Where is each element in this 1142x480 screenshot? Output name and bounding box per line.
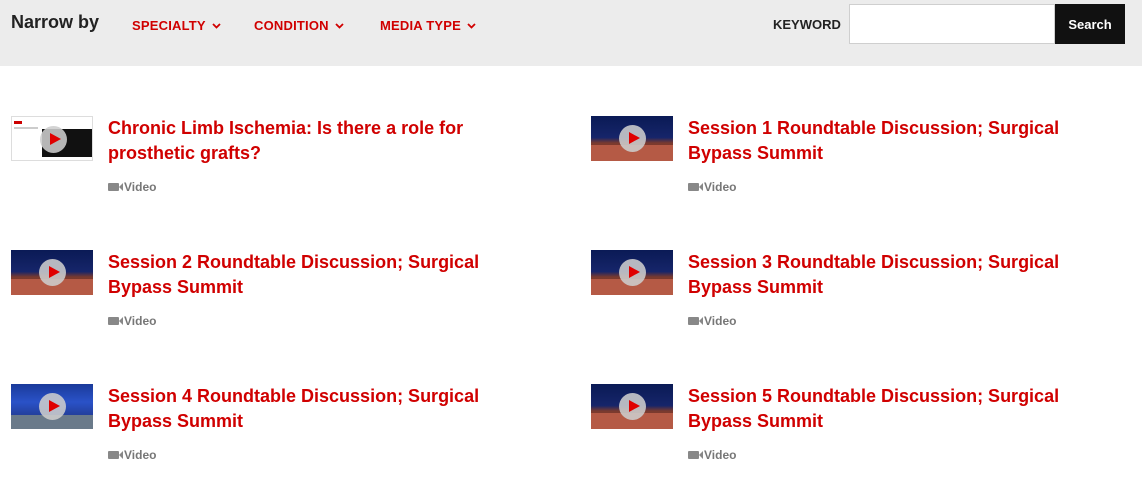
video-camera-icon xyxy=(108,317,123,325)
media-type-tag: Video xyxy=(108,180,156,194)
item-title[interactable]: Session 1 Roundtable Discussion; Surgica… xyxy=(688,116,1098,166)
media-type-text: Video xyxy=(704,448,737,462)
play-icon xyxy=(619,393,646,420)
media-type-text: Video xyxy=(704,314,737,328)
item-title[interactable]: Session 2 Roundtable Discussion; Surgica… xyxy=(108,250,518,300)
media-type-label: MEDIA TYPE xyxy=(380,18,461,33)
video-thumbnail[interactable] xyxy=(591,250,673,295)
play-icon xyxy=(39,259,66,286)
media-type-text: Video xyxy=(124,314,157,328)
keyword-label: KEYWORD xyxy=(773,17,841,32)
media-type-tag: Video xyxy=(688,180,736,194)
specialty-label: SPECIALTY xyxy=(132,18,206,33)
media-type-dropdown[interactable]: MEDIA TYPE xyxy=(380,17,476,33)
item-title[interactable]: Chronic Limb Ischemia: Is there a role f… xyxy=(108,116,518,166)
media-type-tag: Video xyxy=(108,314,156,328)
narrow-by-label: Narrow by xyxy=(11,12,100,32)
media-type-text: Video xyxy=(124,448,157,462)
media-type-tag: Video xyxy=(108,448,156,462)
condition-dropdown[interactable]: CONDITION xyxy=(254,17,344,33)
condition-label: CONDITION xyxy=(254,18,329,33)
play-icon xyxy=(619,125,646,152)
keyword-input[interactable] xyxy=(849,4,1055,44)
media-type-tag: Video xyxy=(688,448,736,462)
play-icon xyxy=(40,126,67,153)
chevron-down-icon xyxy=(335,17,344,32)
video-thumbnail[interactable] xyxy=(11,384,93,429)
video-thumbnail[interactable] xyxy=(11,116,93,161)
slide-text-line xyxy=(14,127,38,129)
media-type-tag: Video xyxy=(688,314,736,328)
play-icon xyxy=(619,259,646,286)
video-camera-icon xyxy=(688,317,703,325)
chevron-down-icon xyxy=(467,17,476,32)
slide-logo xyxy=(14,121,22,124)
item-title[interactable]: Session 3 Roundtable Discussion; Surgica… xyxy=(688,250,1098,300)
media-type-text: Video xyxy=(704,180,737,194)
specialty-dropdown[interactable]: SPECIALTY xyxy=(132,17,221,33)
media-type-text: Video xyxy=(124,180,157,194)
video-camera-icon xyxy=(108,183,123,191)
search-button[interactable]: Search xyxy=(1055,4,1125,44)
filter-bar: Narrow by SPECIALTY CONDITION MEDIA TYPE… xyxy=(0,0,1142,66)
video-camera-icon xyxy=(688,183,703,191)
video-camera-icon xyxy=(688,451,703,459)
item-title[interactable]: Session 4 Roundtable Discussion; Surgica… xyxy=(108,384,518,434)
video-thumbnail[interactable] xyxy=(11,250,93,295)
chevron-down-icon xyxy=(212,17,221,32)
video-camera-icon xyxy=(108,451,123,459)
item-title[interactable]: Session 5 Roundtable Discussion; Surgica… xyxy=(688,384,1098,434)
play-icon xyxy=(39,393,66,420)
video-thumbnail[interactable] xyxy=(591,116,673,161)
video-thumbnail[interactable] xyxy=(591,384,673,429)
